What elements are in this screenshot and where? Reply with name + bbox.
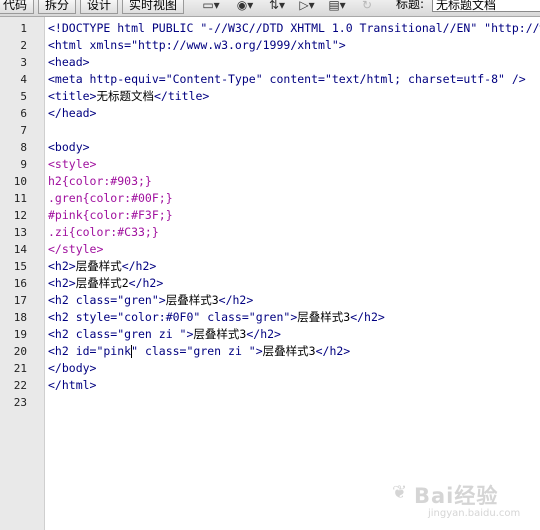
code-line: </body>	[48, 360, 96, 377]
code-line: <html xmlns="http://www.w3.org/1999/xhtm…	[48, 37, 346, 54]
design-view-button[interactable]: 设计	[80, 0, 119, 14]
line-number: 15	[13, 260, 27, 273]
code-token: h2{color:#903;}	[48, 174, 152, 188]
line-number: 4	[20, 73, 27, 86]
code-line: <!DOCTYPE html PUBLIC "-//W3C//DTD XHTML…	[48, 20, 540, 37]
line-number: 19	[13, 328, 27, 341]
code-token: <h2 id="pink	[48, 344, 132, 358]
code-line: </style>	[48, 241, 103, 258]
line-number: 1	[20, 22, 27, 35]
code-token: 无标题文档	[96, 89, 154, 103]
line-number-gutter: 1 2 3 4 5 6 7 8 9 10 11 12 13 14 15 16 17 18 19 20 21 22 23	[0, 17, 45, 530]
live-view-button[interactable]: 实时视图	[122, 0, 185, 14]
code-token: 层叠样式	[75, 259, 122, 273]
code-line: <h2>层叠样式</h2>	[48, 258, 156, 275]
line-number: 22	[13, 379, 27, 392]
baidu-jingyan-watermark: ❦ Bai经验 jingyan.baidu.com	[392, 478, 537, 524]
code-token: 层叠样式3	[165, 293, 219, 307]
line-number: 9	[20, 158, 27, 171]
watermark-brand: Bai经验	[414, 484, 499, 508]
globe-icon[interactable]: ◉▾	[234, 0, 256, 12]
check-page-icon[interactable]: ▤▾	[326, 0, 348, 12]
code-token: .gren{color:#00F;}	[48, 191, 173, 205]
code-line: </head>	[48, 105, 96, 122]
code-token: <meta http-equiv="Content-Type" content=…	[48, 72, 526, 86]
multiscreen-icon[interactable]: ▭▾	[200, 0, 222, 12]
line-number: 23	[13, 396, 27, 409]
code-token: <h2>	[48, 276, 76, 290]
code-token: <body>	[48, 140, 90, 154]
code-token: <style>	[48, 157, 97, 171]
paw-logo-icon: ❦	[392, 482, 408, 502]
title-label: 标题:	[396, 0, 425, 11]
line-number: 7	[20, 124, 27, 137]
code-line: .gren{color:#00F;}	[48, 190, 173, 207]
code-token: <h2 style="color:#0F0" class="gren">	[48, 310, 298, 324]
line-number: 18	[13, 311, 27, 324]
code-token: 层叠样式3	[297, 310, 351, 324]
code-line: <body>	[48, 139, 90, 156]
document-title-input[interactable]: 无标题文档	[432, 0, 540, 12]
split-view-button[interactable]: 拆分	[38, 0, 77, 14]
code-token: <html xmlns="http://www.w3.org/1999/xhtm…	[48, 38, 346, 52]
code-token: </h2>	[246, 327, 281, 341]
code-line: .zi{color:#C33;}	[48, 224, 159, 241]
line-number: 17	[13, 294, 27, 307]
code-token: .zi{color:#C33;}	[48, 225, 159, 239]
code-token: </style>	[48, 242, 104, 256]
code-token: 层叠样式3	[262, 344, 316, 358]
code-line: <h2 class="gren zi ">层叠样式3</h2>	[48, 326, 281, 343]
code-view-button[interactable]: 代码	[0, 0, 35, 14]
file-transfer-icon[interactable]: ⇅▾	[266, 0, 288, 12]
code-line: <title>无标题文档</title>	[48, 88, 209, 105]
code-token: <head>	[48, 55, 90, 69]
code-token: <h2 class="gren">	[48, 293, 166, 307]
line-number: 16	[13, 277, 27, 290]
code-token: </title>	[153, 89, 210, 103]
line-number: 5	[20, 90, 27, 103]
line-number: 20	[13, 345, 27, 358]
code-token: </h2>	[218, 293, 254, 307]
line-number: 12	[13, 209, 27, 222]
line-number: 14	[13, 243, 27, 256]
code-line: h2{color:#903;}	[48, 173, 152, 190]
code-token: <h2 class="gren zi ">	[48, 327, 194, 341]
visual-aids-icon[interactable]: ▷▾	[296, 0, 318, 12]
document-toolbar: 代码 拆分 设计 实时视图 ▭▾ ◉▾ ⇅▾ ▷▾ ▤▾ ↻ 标题: 无标题文档	[0, 0, 540, 17]
code-token: <title>	[48, 89, 97, 103]
line-number: 3	[20, 56, 27, 69]
code-token: </h2>	[121, 259, 157, 273]
code-editor[interactable]: <!DOCTYPE html PUBLIC "-//W3C//DTD XHTML…	[45, 17, 540, 530]
line-number: 11	[13, 192, 27, 205]
code-line: <meta http-equiv="Content-Type" content=…	[48, 71, 526, 88]
code-line: <h2 id="pink" class="gren zi ">层叠样式3</h2…	[48, 343, 350, 360]
line-number: 6	[20, 107, 27, 120]
code-token: " class="gren zi ">	[131, 344, 263, 358]
code-line: <style>	[48, 156, 96, 173]
line-number: 2	[20, 39, 27, 52]
code-line: <h2>层叠样式2</h2>	[48, 275, 163, 292]
code-token: <!DOCTYPE html PUBLIC "-//W3C//DTD XHTML…	[48, 21, 540, 35]
line-number: 10	[13, 175, 27, 188]
code-line: #pink{color:#F3F;}	[48, 207, 173, 224]
line-number: 21	[13, 362, 27, 375]
code-token: </html>	[48, 378, 97, 392]
line-number: 13	[13, 226, 27, 239]
code-token: 层叠样式2	[75, 276, 129, 290]
code-token: <h2>	[48, 259, 76, 273]
code-token: </h2>	[128, 276, 164, 290]
code-line: </html>	[48, 377, 96, 394]
code-token: </h2>	[315, 344, 351, 358]
code-token: </h2>	[350, 310, 385, 324]
code-token: #pink{color:#F3F;}	[48, 208, 173, 222]
code-token: </head>	[48, 106, 97, 120]
code-line: <h2 style="color:#0F0" class="gren">层叠样式…	[48, 309, 385, 326]
code-line: <head>	[48, 54, 90, 71]
code-line: <h2 class="gren">层叠样式3</h2>	[48, 292, 253, 309]
code-token: </body>	[48, 361, 97, 375]
watermark-url: jingyan.baidu.com	[428, 508, 521, 519]
line-number: 8	[20, 141, 27, 154]
code-token: 层叠样式3	[193, 327, 247, 341]
refresh-icon[interactable]: ↻	[356, 0, 378, 12]
